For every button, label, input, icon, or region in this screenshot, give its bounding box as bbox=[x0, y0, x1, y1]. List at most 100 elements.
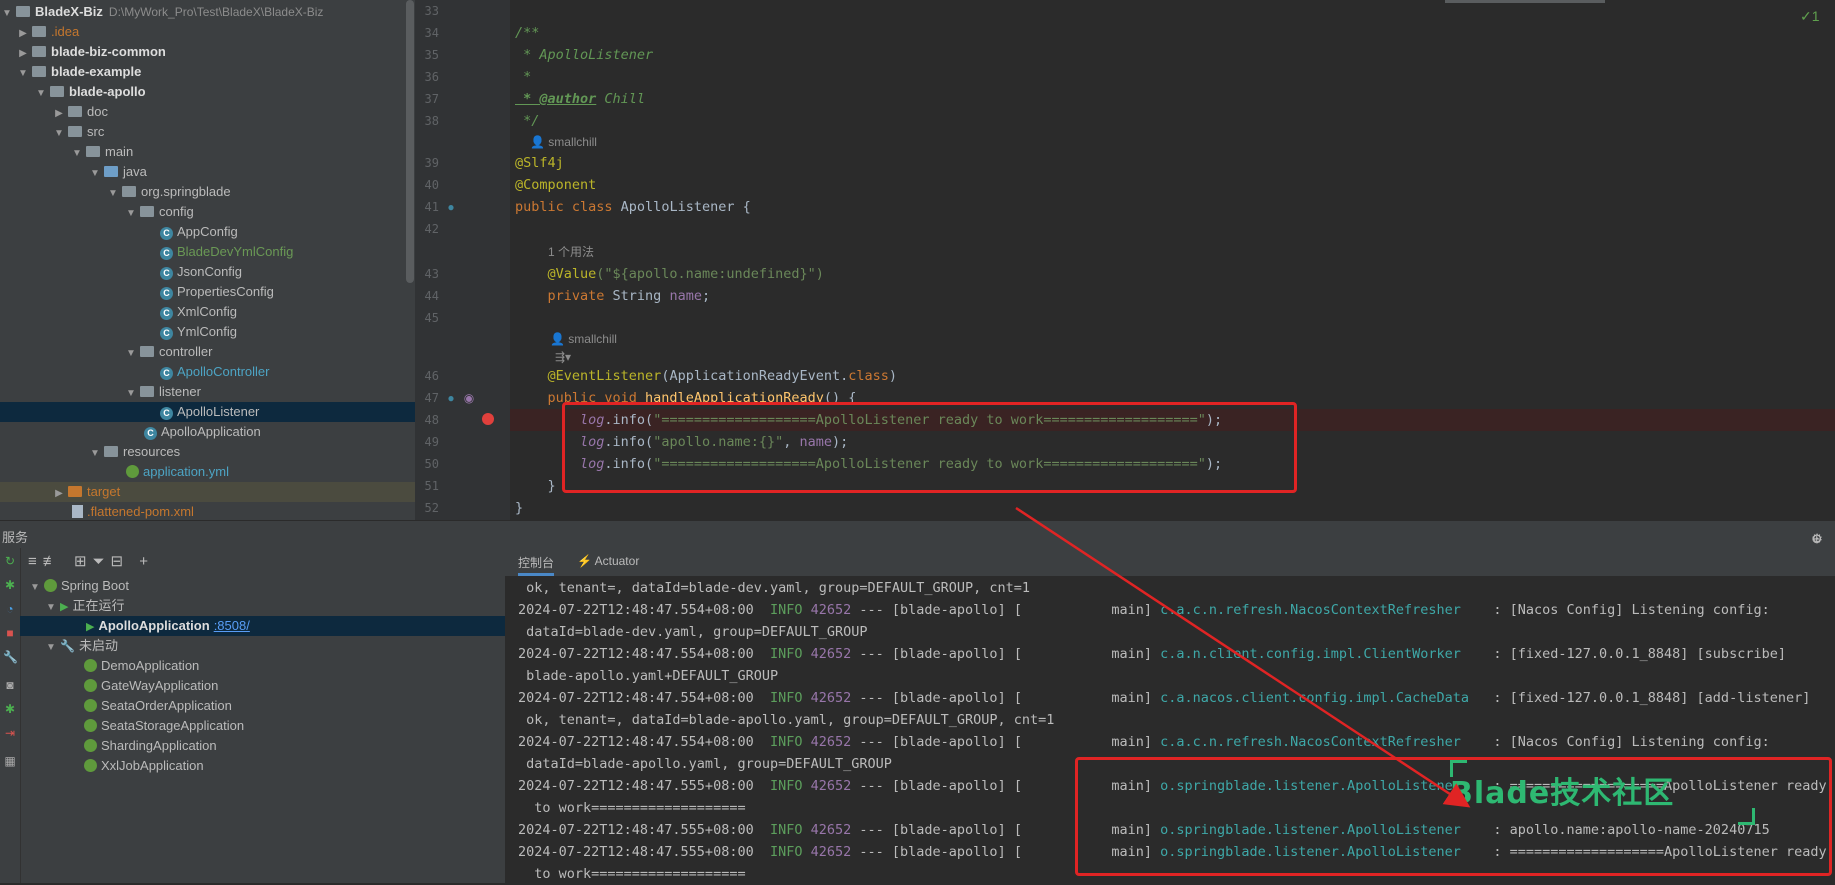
spring-leaf-icon bbox=[126, 465, 139, 478]
add-icon[interactable]: + bbox=[139, 553, 154, 570]
chevron-right-icon[interactable]: ▶ bbox=[16, 44, 30, 64]
tree-item-doc[interactable]: ▶ doc bbox=[0, 102, 415, 122]
tree-item-jsonconfig[interactable]: C JsonConfig bbox=[0, 262, 415, 282]
chevron-down-icon[interactable]: ▼ bbox=[106, 184, 120, 204]
service-item[interactable]: DemoApplication bbox=[20, 656, 567, 676]
rerun-icon[interactable]: ↻ bbox=[3, 554, 17, 568]
class-icon: C bbox=[160, 267, 173, 280]
code-line: @EventListener(ApplicationReadyEvent.cla… bbox=[515, 368, 898, 384]
tree-item-ymlconfig[interactable]: C YmlConfig bbox=[0, 322, 415, 342]
not-started-group[interactable]: ▼ 🔧 未启动 bbox=[20, 636, 529, 656]
tree-item-application-yml[interactable]: application.yml bbox=[0, 462, 415, 482]
inspection-ok-icon[interactable]: ✓1 bbox=[1800, 8, 1820, 25]
author-hint[interactable]: 👤 smallchill bbox=[550, 330, 617, 348]
tree-item-config[interactable]: ▼ config bbox=[0, 202, 415, 222]
service-item[interactable]: ShardingApplication bbox=[20, 736, 567, 756]
new-tab-icon[interactable]: ⊟ bbox=[111, 553, 130, 570]
expand-all-icon[interactable]: ≡ bbox=[28, 553, 43, 570]
layout-icon[interactable]: ▦ bbox=[3, 754, 17, 768]
tree-item-target[interactable]: ▶ target bbox=[0, 482, 415, 502]
gear-icon[interactable]: ⚙ bbox=[1811, 531, 1823, 547]
chevron-down-icon[interactable]: ▼ bbox=[124, 344, 138, 364]
group-icon[interactable]: ⊞ bbox=[74, 553, 93, 570]
tree-item-xmlconfig[interactable]: C XmlConfig bbox=[0, 302, 415, 322]
root-path: D:\MyWork_Pro\Test\BladeX\BladeX-Biz bbox=[108, 5, 324, 19]
author-hint[interactable]: 👤 smallchill bbox=[530, 133, 597, 151]
camera-icon[interactable]: ◙ bbox=[3, 678, 17, 692]
chevron-right-icon[interactable]: ▶ bbox=[16, 24, 30, 44]
chevron-down-icon[interactable]: ▼ bbox=[0, 4, 14, 24]
breakpoint-icon[interactable] bbox=[482, 413, 494, 425]
chevron-down-icon[interactable]: ▼ bbox=[52, 124, 66, 144]
tree-item-blade-apollo[interactable]: ▼ blade-apollo bbox=[0, 82, 415, 102]
usages-hint[interactable]: 1 个用法 bbox=[548, 243, 594, 261]
chevron-down-icon[interactable]: ▼ bbox=[44, 598, 58, 618]
tree-item-idea[interactable]: ▶ .idea bbox=[0, 22, 415, 42]
class-icon: C bbox=[160, 247, 173, 260]
chevron-down-icon[interactable]: ▼ bbox=[124, 384, 138, 404]
tree-item-org-springblade[interactable]: ▼ org.springblade bbox=[0, 182, 415, 202]
service-item[interactable]: SeataStorageApplication bbox=[20, 716, 567, 736]
chevron-down-icon[interactable]: ▼ bbox=[88, 444, 102, 464]
wrench-icon: 🔧 bbox=[60, 639, 75, 653]
tree-item-src[interactable]: ▼ src bbox=[0, 122, 415, 142]
chevron-down-icon[interactable]: ▼ bbox=[124, 204, 138, 224]
chevron-down-icon[interactable]: ▼ bbox=[16, 64, 30, 84]
tree-item-bladedevymlconfig[interactable]: C BladeDevYmlConfig bbox=[0, 242, 415, 262]
tree-item-apolloapplication[interactable]: C ApolloApplication bbox=[0, 422, 415, 442]
chevron-right-icon[interactable]: ▶ bbox=[52, 104, 66, 124]
tab-actuator[interactable]: ⚡ Actuator bbox=[577, 554, 639, 568]
tree-item-blade-example[interactable]: ▼ blade-example bbox=[0, 62, 415, 82]
chevron-down-icon[interactable]: ▼ bbox=[44, 638, 58, 658]
spring-boot-icon bbox=[84, 719, 97, 732]
root-name: BladeX-Biz bbox=[35, 4, 103, 19]
spring-bean-gutter-icon[interactable]: ● bbox=[444, 391, 458, 405]
tree-item-java[interactable]: ▼ java bbox=[0, 162, 415, 182]
tree-item-appconfig[interactable]: C AppConfig bbox=[0, 222, 415, 242]
spring-boot-group[interactable]: ▼ Spring Boot bbox=[20, 576, 513, 596]
collapse-all-icon[interactable]: ≢ bbox=[43, 553, 64, 570]
debug-icon[interactable]: ✱ bbox=[3, 578, 17, 592]
filter-icon[interactable]: ⏷ bbox=[93, 553, 111, 570]
code-line: @Component bbox=[515, 177, 597, 193]
run-actions-icon[interactable]: ⇶▾ bbox=[555, 348, 571, 366]
port-link[interactable]: :8508/ bbox=[214, 618, 250, 633]
service-item[interactable]: XxlJobApplication bbox=[20, 756, 567, 776]
services-toolbar: ≡≢ ⊞⏷⊟ + bbox=[28, 552, 154, 570]
console-line: blade-apollo.yaml+DEFAULT_GROUP bbox=[518, 668, 779, 684]
event-gutter-icon[interactable]: ◉ bbox=[462, 391, 476, 405]
tree-scrollbar[interactable] bbox=[406, 0, 414, 283]
deploy-icon[interactable]: ✱ bbox=[3, 702, 17, 716]
exit-icon[interactable]: ⇥ bbox=[3, 726, 17, 740]
tree-item-listener[interactable]: ▼ listener bbox=[0, 382, 415, 402]
service-item[interactable]: GateWayApplication bbox=[20, 676, 567, 696]
chevron-down-icon[interactable]: ▼ bbox=[88, 164, 102, 184]
tree-item-apollolistener[interactable]: C ApolloListener bbox=[0, 402, 415, 422]
stop-icon[interactable]: ■ bbox=[3, 626, 17, 640]
spring-bean-gutter-icon[interactable]: ● bbox=[444, 200, 458, 214]
tree-item-resources[interactable]: ▼ resources bbox=[0, 442, 415, 462]
class-icon: C bbox=[160, 307, 173, 320]
tree-item-blade-biz-common[interactable]: ▶ blade-biz-common bbox=[0, 42, 415, 62]
run-icon: ▶ bbox=[86, 621, 95, 633]
folder-icon bbox=[68, 106, 82, 117]
service-apolloapplication[interactable]: ▶ ApolloApplication:8508/ bbox=[20, 616, 569, 636]
chevron-right-icon[interactable]: ▶ bbox=[52, 484, 66, 504]
folder-icon bbox=[104, 166, 118, 177]
profile-icon[interactable]: ◔ bbox=[3, 602, 17, 616]
tree-item-controller[interactable]: ▼ controller bbox=[0, 342, 415, 362]
chevron-down-icon[interactable]: ▼ bbox=[70, 144, 84, 164]
tree-item-main[interactable]: ▼ main bbox=[0, 142, 415, 162]
folder-icon bbox=[68, 126, 82, 137]
tree-item-apollocontroller[interactable]: C ApolloController bbox=[0, 362, 415, 382]
wrench-icon[interactable]: 🔧 bbox=[3, 650, 18, 664]
running-group[interactable]: ▼ ▶ 正在运行 bbox=[20, 596, 529, 616]
tree-item-flattened-pom[interactable]: .flattened-pom.xml bbox=[0, 502, 415, 520]
chevron-down-icon[interactable]: ▼ bbox=[34, 84, 48, 104]
console-line: dataId=blade-dev.yaml, group=DEFAULT_GRO… bbox=[518, 624, 868, 640]
chevron-down-icon[interactable]: ▼ bbox=[28, 578, 42, 598]
tab-console[interactable]: 控制台 bbox=[518, 554, 555, 576]
service-item[interactable]: SeataOrderApplication bbox=[20, 696, 567, 716]
tree-item-propertiesconfig[interactable]: C PropertiesConfig bbox=[0, 282, 415, 302]
tree-root[interactable]: ▼ BladeX-Biz D:\MyWork_Pro\Test\BladeX\Bla… bbox=[0, 2, 415, 22]
